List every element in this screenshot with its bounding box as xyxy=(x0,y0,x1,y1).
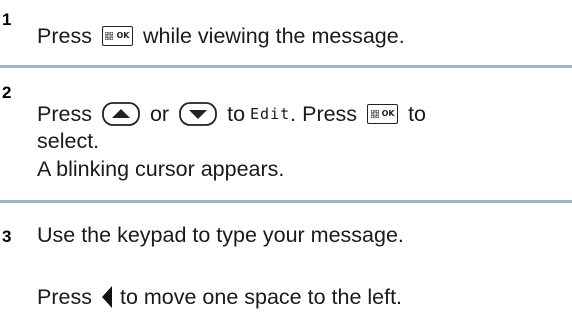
down-arrow-key-icon xyxy=(179,102,217,126)
left-arrow-icon xyxy=(100,284,114,310)
while-viewing-text: while viewing the message. xyxy=(142,24,405,48)
step-number: 1 xyxy=(2,10,12,29)
divider xyxy=(0,65,572,68)
ok-key-label: OK xyxy=(116,31,130,40)
divider xyxy=(0,200,572,203)
press-text: Press xyxy=(37,24,92,48)
step-3-line-2: Press to move one space to the left. xyxy=(37,284,402,310)
ok-key-icon: OK xyxy=(367,104,399,124)
move-left-text: to move one space to the left. xyxy=(119,285,403,309)
step-3-line-1: Use the keypad to type your message. xyxy=(37,223,404,247)
step-number: 2 xyxy=(2,83,12,102)
press-text: Press xyxy=(37,285,92,309)
press-text-2: . Press xyxy=(290,102,358,126)
or-text: or xyxy=(149,102,170,126)
step-2-line-2: select. xyxy=(37,129,100,153)
step-2-line-3: A blinking cursor appears. xyxy=(37,157,285,181)
ok-key-icon: OK xyxy=(101,26,133,46)
to-text: to xyxy=(227,102,246,126)
step-number: 3 xyxy=(2,227,12,246)
edit-menu-text: Edit xyxy=(250,105,291,123)
press-text: Press xyxy=(37,102,92,126)
ok-key-label: OK xyxy=(381,109,395,118)
to-text-2: to xyxy=(408,102,426,126)
up-arrow-key-icon xyxy=(102,102,140,126)
step-1-line: Press OK while viewing the message. xyxy=(37,23,405,49)
step-2-line-1: Press or to Edit . Press OK to xyxy=(37,101,426,127)
